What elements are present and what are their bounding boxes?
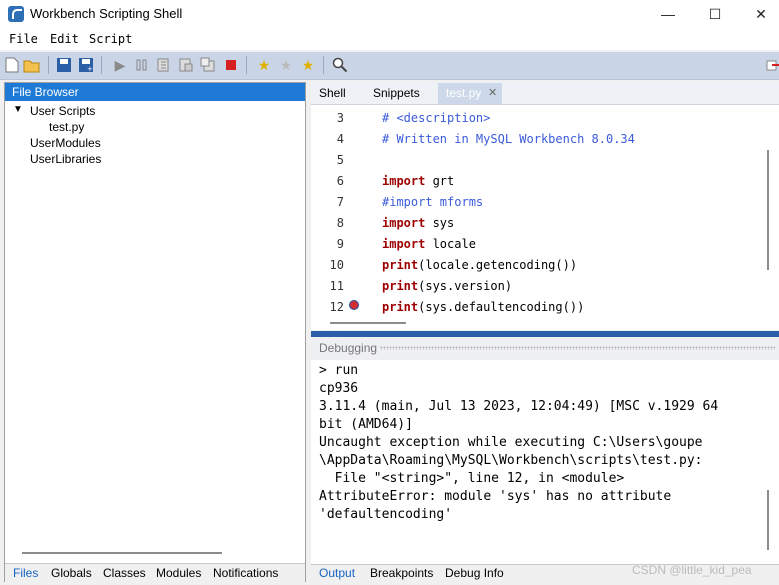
tree-item-user-scripts[interactable]: User Scripts <box>30 104 95 118</box>
line-number: 5 <box>336 153 344 167</box>
code-keyword: import <box>382 237 426 251</box>
code-text: sys <box>425 216 455 230</box>
code-keyword: print <box>382 300 419 314</box>
line-number: 9 <box>336 237 344 251</box>
new-file-icon[interactable] <box>3 56 21 74</box>
close-tab-icon[interactable]: ✕ <box>488 86 497 99</box>
tab-breakpoints[interactable]: Breakpoints <box>370 566 433 580</box>
tab-output[interactable]: Output <box>319 566 355 580</box>
tab-notifications[interactable]: Notifications <box>213 566 278 580</box>
breakpoint-marker-icon[interactable] <box>349 300 359 310</box>
watermark: CSDN @little_kid_pea <box>632 563 752 577</box>
code-line: import locale <box>382 237 476 251</box>
code-text: (sys.version) <box>418 279 513 293</box>
code-line: print(sys.version) <box>382 279 512 293</box>
svg-text:+: + <box>87 65 93 73</box>
step-over-icon[interactable] <box>177 56 195 74</box>
tree-item-test-py[interactable]: test.py <box>49 120 84 134</box>
line-number: 12 <box>329 300 344 314</box>
code-line: # Written in MySQL Workbench 8.0.34 <box>382 132 635 146</box>
toolbar-separator <box>246 56 247 74</box>
horizontal-scrollbar[interactable] <box>330 322 406 324</box>
line-number: 4 <box>336 132 344 146</box>
output-line: File "<string>", line 12, in <module> <box>319 471 625 486</box>
search-icon[interactable] <box>331 56 349 74</box>
code-text: locale <box>425 237 476 251</box>
exit-icon[interactable] <box>764 56 779 74</box>
tab-debug-info[interactable]: Debug Info <box>445 566 504 580</box>
open-folder-icon[interactable] <box>23 56 41 74</box>
output-line: > run <box>319 363 359 378</box>
tree-item-user-modules[interactable]: UserModules <box>30 136 101 150</box>
stop-icon[interactable] <box>222 56 240 74</box>
add-bookmark-star-icon[interactable]: ★ <box>255 56 273 74</box>
tab-globals[interactable]: Globals <box>51 566 92 580</box>
toolbar-separator <box>48 56 49 74</box>
header-grip <box>380 346 775 350</box>
output-line: Uncaught exception while executing C:\Us… <box>319 435 703 450</box>
menu-edit[interactable]: Edit <box>50 32 79 46</box>
tab-snippets[interactable]: Snippets <box>373 86 420 100</box>
tab-test-py-label: test.py <box>446 86 482 100</box>
line-number: 11 <box>329 279 344 293</box>
window-title: Workbench Scripting Shell <box>30 6 183 21</box>
vertical-scrollbar[interactable] <box>767 490 769 550</box>
toolbar-separator <box>323 56 324 74</box>
save-icon[interactable] <box>55 56 73 74</box>
code-line: import sys <box>382 216 454 230</box>
tab-modules[interactable]: Modules <box>156 566 201 580</box>
code-text: (locale.getencoding()) <box>418 258 578 272</box>
output-line: 3.11.4 (main, Jul 13 2023, 12:04:49) [MS… <box>319 399 719 414</box>
output-line: \AppData\Roaming\MySQL\Workbench\scripts… <box>319 453 703 468</box>
code-keyword: import <box>382 216 426 230</box>
code-text: #import mforms <box>382 195 484 209</box>
code-keyword: print <box>382 258 419 272</box>
code-keyword: import <box>382 174 426 188</box>
code-line: print(sys.defaultencoding()) <box>382 300 584 314</box>
tree-item-user-libraries[interactable]: UserLibraries <box>30 152 101 166</box>
horizontal-scrollbar[interactable] <box>22 552 222 554</box>
code-line: # <description> <box>382 111 490 125</box>
pause-icon[interactable] <box>133 56 151 74</box>
output-line: cp936 <box>319 381 359 396</box>
bookmarks-star-icon[interactable]: ★ <box>299 56 317 74</box>
line-number: 10 <box>329 258 344 272</box>
output-line: bit (AMD64)] <box>319 417 413 432</box>
code-line: #import mforms <box>382 195 483 209</box>
step-out-icon[interactable] <box>199 56 217 74</box>
output-line: 'defaultencoding' <box>319 507 453 522</box>
code-keyword: print <box>382 279 419 293</box>
maximize-button[interactable]: ☐ <box>692 0 738 28</box>
minimize-button[interactable]: — <box>645 0 691 28</box>
menu-file[interactable]: File <box>9 32 38 46</box>
remove-bookmark-star-icon[interactable]: ★ <box>277 56 295 74</box>
code-text: grt <box>425 174 455 188</box>
tab-classes[interactable]: Classes <box>103 566 146 580</box>
line-number: 8 <box>336 216 344 230</box>
code-text: (sys.defaultencoding()) <box>418 300 585 314</box>
code-text: # Written in MySQL Workbench 8.0.34 <box>382 132 635 146</box>
menu-script[interactable]: Script <box>89 32 132 46</box>
panel-splitter[interactable] <box>311 331 779 337</box>
line-number: 6 <box>336 174 344 188</box>
workbench-app-icon <box>8 6 24 22</box>
tab-shell[interactable]: Shell <box>319 86 346 100</box>
code-line: print(locale.getencoding()) <box>382 258 577 272</box>
tree-expand-arrow-icon[interactable]: ▼ <box>13 104 23 115</box>
vertical-scrollbar[interactable] <box>767 150 769 270</box>
run-icon[interactable]: ▶ <box>111 56 129 74</box>
code-text: # <description> <box>382 111 491 125</box>
output-line: AttributeError: module 'sys' has no attr… <box>319 489 672 504</box>
line-number: 3 <box>336 111 344 125</box>
step-into-icon[interactable] <box>155 56 173 74</box>
file-browser-title: File Browser <box>5 83 305 101</box>
tab-files[interactable]: Files <box>13 566 38 580</box>
save-as-icon[interactable]: + <box>77 56 95 74</box>
code-line: import grt <box>382 174 454 188</box>
close-button[interactable]: ✕ <box>738 0 779 28</box>
toolbar-separator <box>101 56 102 74</box>
line-number: 7 <box>336 195 344 209</box>
